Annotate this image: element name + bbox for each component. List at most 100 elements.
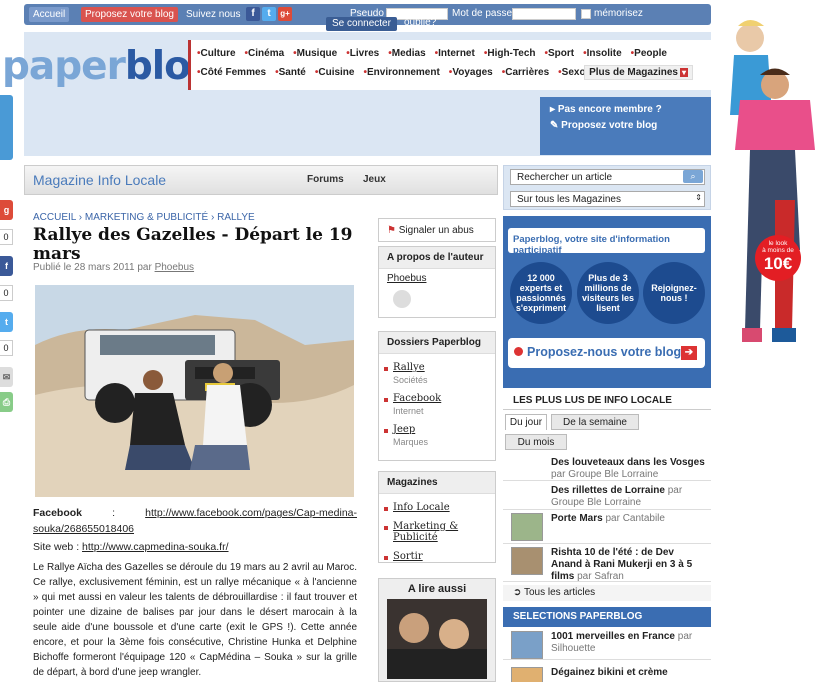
tab-de-la-semaine[interactable]: De la semaine [551, 414, 639, 430]
nav-item[interactable]: Livres [346, 48, 379, 59]
twitter-icon[interactable]: t [262, 7, 276, 21]
remember-label: mémorisez [594, 8, 643, 19]
facebook-icon[interactable]: f [246, 7, 260, 21]
more-magazines-dropdown[interactable]: Plus de Magazines ▾ [584, 65, 693, 80]
propose-blog-link[interactable]: ✎ Proposez votre blog [550, 118, 711, 134]
item-title: 1001 merveilles en France [551, 631, 675, 642]
side-ad-strip [0, 95, 13, 160]
item-thumbnail [511, 631, 543, 659]
nav-item[interactable]: Internet [435, 48, 475, 59]
facebook-line: Facebook : http://www.facebook.com/pages… [33, 507, 357, 535]
list-item[interactable]: Dégainez bikini et crème [503, 664, 711, 682]
connect-button[interactable]: Se connecter [326, 17, 397, 31]
propose-blog-label: Proposez votre blog [561, 120, 658, 131]
report-abuse-label: Signaler un abus [398, 225, 474, 236]
ad-line-1: le look [768, 240, 788, 247]
nav-item[interactable]: Musique [293, 48, 338, 59]
website-label: Site web : [33, 541, 83, 553]
password-label: Mot de passe [452, 8, 513, 19]
read-also-thumbnail[interactable] [387, 599, 487, 679]
nav-item[interactable]: Sport [545, 48, 574, 59]
promo-tagline: Paperblog, votre site d'information part… [508, 228, 705, 256]
dossier-sub: Sociétés [393, 375, 428, 385]
email-icon[interactable]: ✉ [0, 367, 13, 387]
about-author-box: A propos de l'auteur Phoebus [378, 246, 496, 318]
nav-item[interactable]: Insolite [583, 48, 622, 59]
item-by: par [667, 485, 683, 496]
list-item[interactable]: Des louveteaux dans les Vosges par Group… [503, 454, 711, 481]
advertisement[interactable]: le look à moins de 10€ [720, 0, 829, 360]
promo-circle[interactable]: Rejoignez-nous ! [643, 262, 705, 324]
google-plus-icon[interactable]: g+ [278, 7, 292, 21]
item-thumbnail [511, 513, 543, 541]
nav-item[interactable]: Côté Femmes [197, 67, 267, 78]
dossier-link[interactable]: Facebook [379, 391, 495, 406]
dossier-link[interactable]: Rallye [379, 360, 495, 375]
list-item[interactable]: Des rillettes de Lorraine par Groupe Ble… [503, 482, 711, 510]
promo-circle: 12 000 experts et passionnés s'expriment [510, 262, 572, 324]
list-item[interactable]: Porte Mars par Cantabile [503, 510, 711, 544]
dossier-sub: Internet [393, 406, 424, 416]
nav-row-2: Côté Femmes Santé Cuisine Environnement … [197, 67, 586, 78]
article-photo [35, 285, 354, 497]
item-source: Cantabile [622, 513, 665, 524]
nav-item[interactable]: Environnement [363, 67, 440, 78]
paperblog-logo[interactable]: paperblog [2, 44, 218, 89]
author-name-link[interactable]: Phoebus [379, 269, 495, 288]
magazine-link[interactable]: Marketing & Publicité [379, 519, 495, 545]
nav-item[interactable]: Cuisine [315, 67, 354, 78]
author-link[interactable]: Phoebus [155, 262, 194, 273]
item-source: Groupe Ble Lorraine [551, 497, 642, 508]
propose-blog-cta[interactable]: Proposez-nous votre blog ➔ [508, 338, 705, 368]
report-abuse-link[interactable]: ⚑ Signaler un abus [378, 218, 496, 242]
item-by: par [577, 571, 592, 582]
avatar [393, 290, 411, 308]
more-magazines-label: Plus de Magazines [589, 67, 678, 78]
nav-item[interactable]: High-Tech [484, 48, 535, 59]
arrow-icon: ➲ [513, 587, 522, 598]
arrow-right-icon: ➔ [681, 346, 697, 360]
list-item[interactable]: Rishta 10 de l'été : de Dev Anand à Rani… [503, 544, 711, 582]
most-read-heading: LES PLUS LUS DE INFO LOCALE [503, 391, 711, 410]
nav-item[interactable]: People [631, 48, 667, 59]
dossiers-heading: Dossiers Paperblog [379, 332, 495, 354]
nav-item[interactable]: Culture [197, 48, 236, 59]
search-input[interactable]: Rechercher un article [510, 169, 705, 185]
print-icon[interactable]: ⎙ [0, 392, 13, 412]
remember-checkbox[interactable] [581, 9, 591, 19]
tab-du-jour[interactable]: Du jour [505, 414, 547, 430]
dossiers-box: Dossiers Paperblog Rallye Sociétés Faceb… [378, 331, 496, 461]
magazine-link[interactable]: Sortir [379, 549, 495, 564]
password-input[interactable] [512, 8, 576, 20]
tab-forums[interactable]: Forums [307, 174, 344, 185]
item-source: Groupe Ble Lorraine [568, 469, 659, 480]
home-link[interactable]: Accueil [29, 7, 70, 22]
magazine-link[interactable]: Info Locale [379, 500, 495, 515]
google-plus-icon[interactable]: g [0, 200, 13, 220]
breadcrumb[interactable]: ACCUEIL › MARKETING & PUBLICITÉ › RALLYE [33, 212, 255, 223]
list-item[interactable]: 1001 merveilles en France par Silhouette [503, 628, 711, 660]
website-url-link[interactable]: http://www.capmedina-souka.fr/ [82, 541, 228, 553]
magazine-select[interactable]: Sur tous les Magazines ⇕ [510, 191, 705, 207]
nav-item[interactable]: Carrières [502, 67, 549, 78]
item-thumbnail [511, 667, 543, 682]
dossier-link[interactable]: Jeep [379, 422, 495, 437]
search-icon[interactable]: ⌕ [683, 170, 703, 183]
item-by: par [677, 631, 693, 642]
nav-item[interactable]: Medias [388, 48, 426, 59]
nav-item[interactable]: Sexo [558, 67, 586, 78]
nav-item[interactable]: Cinéma [245, 48, 284, 59]
all-articles-link[interactable]: ➲ Tous les articles [503, 585, 711, 601]
facebook-icon[interactable]: f [0, 256, 13, 276]
propose-blog-button[interactable]: Proposez votre blog [81, 7, 178, 22]
forgot-password-link[interactable]: oublié? [404, 17, 436, 28]
not-member-link[interactable]: ▸ Pas encore membre ? [550, 102, 711, 118]
nav-item[interactable]: Voyages [449, 67, 492, 78]
nav-item[interactable]: Santé [275, 67, 306, 78]
all-articles-label: Tous les articles [524, 587, 596, 598]
magazine-title[interactable]: Magazine Info Locale [33, 172, 166, 188]
tab-du-mois[interactable]: Du mois [505, 434, 567, 450]
tab-jeux[interactable]: Jeux [363, 174, 386, 185]
facebook-url-link[interactable]: http://www.facebook.com/pages/Cap-medina… [33, 507, 357, 535]
twitter-icon[interactable]: t [0, 312, 13, 332]
